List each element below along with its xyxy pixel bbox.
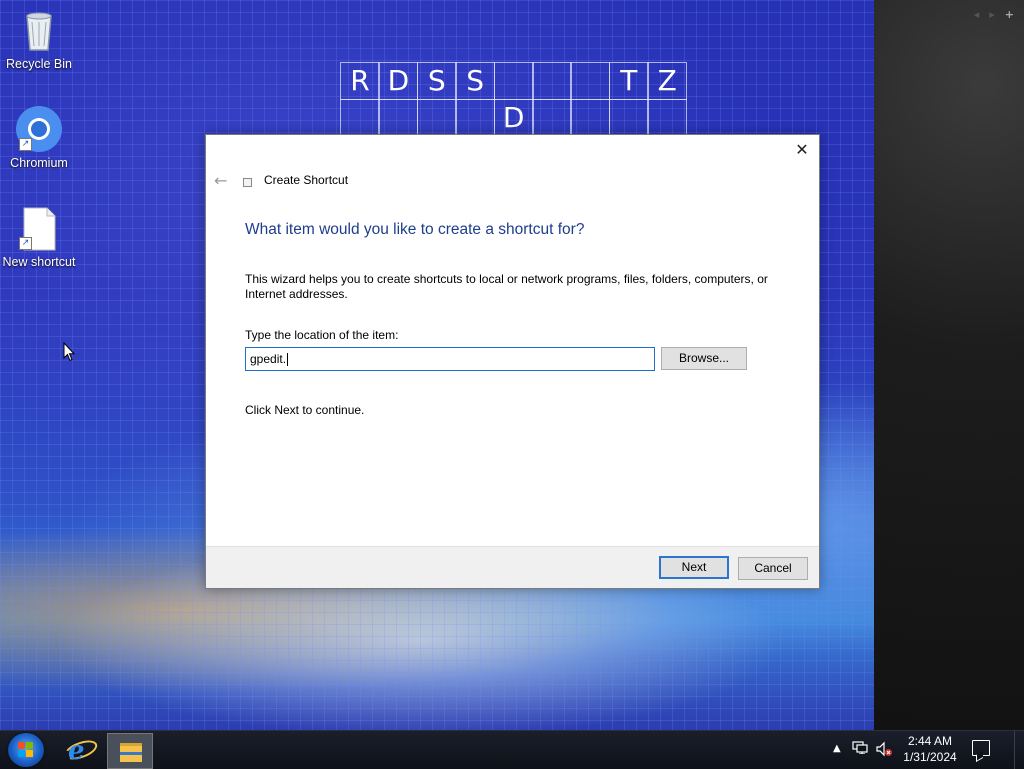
location-input[interactable]: gpedit. [245,347,655,371]
shortcut-arrow-icon: ↗ [19,138,32,151]
internet-explorer-icon[interactable]: e [58,733,102,767]
clock-date: 1/31/2024 [903,750,957,764]
location-label: Type the location of the item: [245,328,399,342]
shortcut-app-icon [243,178,252,187]
board-cell [493,62,534,100]
continue-hint: Click Next to continue. [245,403,365,417]
board-cell [416,99,457,137]
dialog-heading: What item would you like to create a sho… [245,221,585,238]
dialog-description: This wizard helps you to create shortcut… [245,272,768,301]
desktop-icon-label: New shortcut [2,255,76,269]
create-shortcut-dialog: ✕ ← Create Shortcut What item would you … [205,134,820,589]
text-caret [287,353,289,367]
next-button[interactable]: Next [659,556,729,579]
close-button[interactable]: ✕ [793,141,811,159]
file-explorer-icon[interactable] [107,733,153,769]
chromium-icon: ↗ [15,105,63,153]
cancel-button[interactable]: Cancel [738,557,808,580]
board-cell: T [608,62,649,100]
start-button[interactable] [8,733,44,767]
location-input-value: gpedit. [250,352,287,366]
board-cell [570,99,611,137]
desktop-icon-chromium[interactable]: ↗ Chromium [1,105,77,170]
secondary-panel: ◂ ▸ + [874,0,1024,730]
show-desktop-button[interactable] [1014,731,1015,769]
back-arrow-icon[interactable]: ← [214,171,227,190]
add-icon[interactable]: + [1005,8,1014,21]
board-cell: D [378,62,419,100]
browse-button[interactable]: Browse... [661,347,747,370]
prev-arrow-icon[interactable]: ◂ [974,8,980,21]
board-cell: Z [647,62,688,100]
board-cell [570,62,611,100]
mouse-cursor-icon [63,342,75,362]
desktop-icon-label: Chromium [10,156,68,170]
board-cell: S [416,62,457,100]
board-cell: D [493,99,534,137]
board-cell [647,99,688,137]
letter-board: RDSSTZD [340,62,688,138]
board-cell: R [340,62,380,100]
shortcut-arrow-icon: ↗ [19,237,32,250]
desktop-icon-label: Recycle Bin [6,57,72,71]
blank-document-icon: ↗ [15,204,63,252]
board-cell [608,99,649,137]
board-cell [340,99,380,137]
next-arrow-icon[interactable]: ▸ [989,8,995,21]
desktop-icon-new-shortcut[interactable]: ↗ New shortcut [1,204,77,269]
volume-muted-icon[interactable] [876,741,892,757]
board-cell: S [455,62,496,100]
show-hidden-icons-chevron-icon[interactable]: ▲ [833,743,841,754]
board-cell [378,99,419,137]
taskbar: e ▲ 2:44 AM 1/31/2024 [0,730,1024,769]
dialog-footer: Next Cancel [206,546,819,588]
recycle-bin-icon [15,6,63,54]
board-cell [532,62,572,100]
action-center-icon[interactable] [972,740,990,756]
network-icon[interactable] [852,741,868,754]
dialog-title: Create Shortcut [264,173,349,187]
board-cell [532,99,572,137]
board-cell [455,99,496,137]
clock[interactable]: 2:44 AM 1/31/2024 [900,733,960,765]
windows-logo-icon [18,742,34,758]
clock-time: 2:44 AM [907,734,953,748]
panel-controls: ◂ ▸ + [974,8,1014,21]
desktop-icon-recycle-bin[interactable]: Recycle Bin [1,6,77,71]
